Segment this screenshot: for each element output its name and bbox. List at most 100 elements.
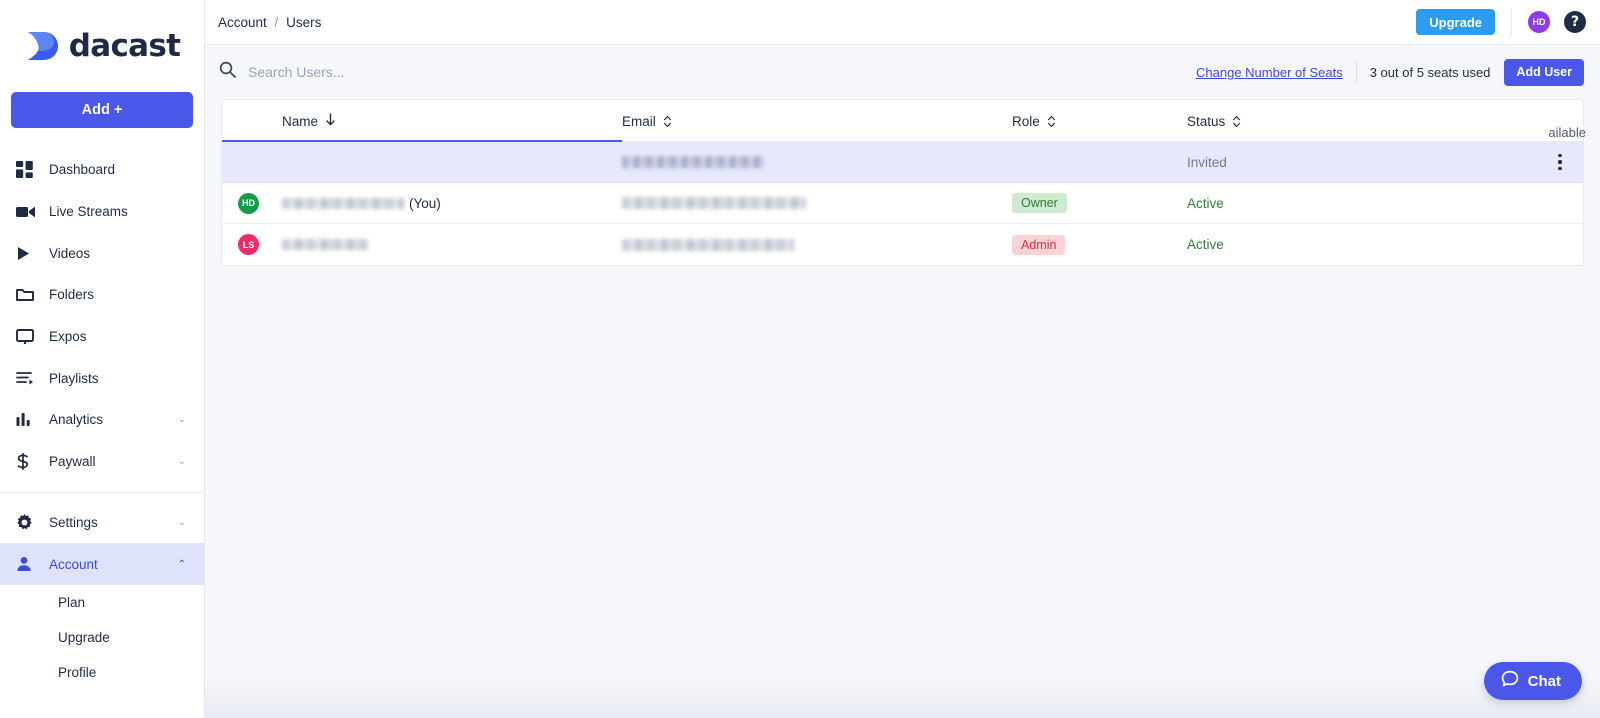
sidebar-item-label: Expos: [49, 329, 87, 345]
search-container: [219, 61, 1196, 83]
dollar-icon: [16, 453, 42, 471]
dacast-logo-icon: [24, 29, 60, 63]
sidebar-divider: [0, 491, 204, 493]
status-badge: Active: [1187, 195, 1224, 211]
cell-status: Active: [1187, 196, 1417, 211]
cell-email: [622, 197, 1012, 209]
column-header-email[interactable]: Email: [622, 114, 1012, 129]
seats-used-text: 3 out of 5 seats used: [1369, 64, 1491, 80]
table-row[interactable]: Invited: [222, 142, 1583, 183]
column-header-role[interactable]: Role: [1012, 114, 1187, 129]
cell-status: Active: [1187, 237, 1417, 252]
table-row[interactable]: LS Admin Active: [222, 224, 1583, 265]
seats-available-text: ailable: [1548, 125, 1586, 140]
role-badge: Owner: [1012, 193, 1067, 213]
top-bar: Account / Users Upgrade HD ?: [205, 0, 1600, 45]
column-header-label: Role: [1012, 113, 1040, 129]
sidebar-item-account[interactable]: Account ⌃: [0, 543, 204, 585]
sidebar-subitem-label: Profile: [58, 664, 97, 680]
sidebar-item-label: Folders: [49, 287, 95, 303]
chevron-down-icon[interactable]: ⌄: [178, 414, 186, 425]
sidebar-nav: Dashboard Live Streams Videos Folders Ex…: [0, 149, 204, 690]
play-icon: [16, 246, 42, 261]
brand-logo[interactable]: dacast: [0, 0, 204, 92]
search-input[interactable]: [248, 64, 668, 80]
chat-label: Chat: [1527, 672, 1561, 690]
main-content: Account / Users Upgrade HD ? Search User…: [205, 0, 1600, 718]
sort-toggle-icon[interactable]: [663, 115, 672, 128]
sidebar-item-folders[interactable]: Folders: [0, 274, 204, 316]
sidebar-subitem-label: Plan: [58, 594, 86, 610]
avatar[interactable]: HD: [1528, 11, 1550, 33]
sidebar-subitem-upgrade[interactable]: Upgrade: [0, 620, 204, 655]
sidebar-item-videos[interactable]: Videos: [0, 232, 204, 274]
sidebar-item-label: Account: [49, 556, 98, 572]
redacted-name: [282, 239, 368, 250]
breadcrumb: Account / Users: [218, 15, 321, 30]
sidebar-subitem-plan[interactable]: Plan: [0, 585, 204, 620]
status-badge: Active: [1187, 237, 1224, 252]
avatar: HD: [238, 192, 259, 214]
user-icon: [16, 556, 42, 572]
sidebar-item-expos[interactable]: Expos: [0, 316, 204, 358]
more-vertical-icon[interactable]: [1551, 153, 1569, 171]
redacted-name: [282, 197, 404, 209]
add-button[interactable]: Add +: [11, 92, 193, 128]
sidebar-item-label: Live Streams: [49, 204, 128, 220]
redacted-email: [622, 156, 764, 168]
sidebar-item-analytics[interactable]: Analytics ⌄: [0, 399, 204, 441]
seats-divider: [1355, 61, 1357, 83]
column-header-label: Status: [1187, 113, 1226, 129]
cell-status: Invited: [1187, 155, 1417, 170]
main-bottom-fade: [205, 678, 1600, 718]
sidebar-item-label: Settings: [49, 514, 98, 530]
sort-toggle-icon[interactable]: [1232, 115, 1241, 128]
video-camera-icon: [16, 205, 42, 219]
sidebar-item-paywall[interactable]: Paywall ⌄: [0, 441, 204, 483]
chat-button[interactable]: Chat: [1483, 662, 1582, 700]
chevron-down-icon[interactable]: ⌄: [178, 456, 186, 467]
add-user-button[interactable]: Add User: [1504, 58, 1584, 86]
cell-actions: [1417, 153, 1583, 171]
sidebar-item-dashboard[interactable]: Dashboard: [0, 149, 204, 191]
upgrade-button[interactable]: Upgrade: [1416, 9, 1495, 35]
monitor-icon: [16, 328, 42, 345]
sidebar-item-label: Analytics: [49, 412, 104, 428]
breadcrumb-separator: /: [274, 14, 279, 30]
role-badge: Admin: [1012, 234, 1066, 255]
chevron-down-icon[interactable]: ⌄: [178, 517, 186, 528]
column-header-status[interactable]: Status: [1187, 114, 1417, 129]
sort-desc-arrow-icon[interactable]: [325, 113, 336, 129]
playlist-icon: [16, 371, 42, 385]
sidebar-item-settings[interactable]: Settings ⌄: [0, 502, 204, 544]
column-header-label: Email: [622, 113, 656, 129]
active-sort-indicator: [222, 140, 622, 142]
sidebar: dacast Add + Dashboard Live Streams Vide…: [0, 0, 205, 718]
sidebar-subitem-profile[interactable]: Profile: [0, 655, 204, 690]
redacted-email: [622, 197, 806, 209]
cell-email: [622, 238, 1012, 251]
breadcrumb-parent[interactable]: Account: [218, 15, 267, 30]
table-row[interactable]: HD (You) Owner Active: [222, 183, 1583, 224]
sort-toggle-icon[interactable]: [1047, 115, 1056, 128]
cell-role: Admin: [1012, 234, 1187, 255]
redacted-email: [622, 238, 794, 251]
sidebar-item-playlists[interactable]: Playlists: [0, 357, 204, 399]
chevron-up-icon[interactable]: ⌃: [178, 559, 186, 570]
column-header-name[interactable]: Name: [222, 113, 622, 129]
sidebar-item-label: Dashboard: [49, 162, 116, 178]
seats-controls: Change Number of Seats 3 out of 5 seats …: [1196, 58, 1584, 86]
search-icon: [219, 61, 236, 83]
dashboard-icon: [16, 161, 42, 179]
sidebar-item-label: Videos: [49, 245, 91, 261]
users-table: Name Email Role Status Invited HD (You) …: [221, 99, 1584, 266]
change-seats-link[interactable]: Change Number of Seats: [1196, 65, 1343, 80]
question-mark-icon[interactable]: ?: [1564, 11, 1586, 33]
status-badge: Invited: [1187, 154, 1227, 170]
breadcrumb-current: Users: [286, 14, 322, 30]
folder-icon: [16, 287, 42, 302]
avatar: LS: [238, 234, 259, 255]
sidebar-item-live-streams[interactable]: Live Streams: [0, 191, 204, 233]
bar-chart-icon: [16, 412, 42, 427]
cell-name: LS: [222, 234, 622, 255]
